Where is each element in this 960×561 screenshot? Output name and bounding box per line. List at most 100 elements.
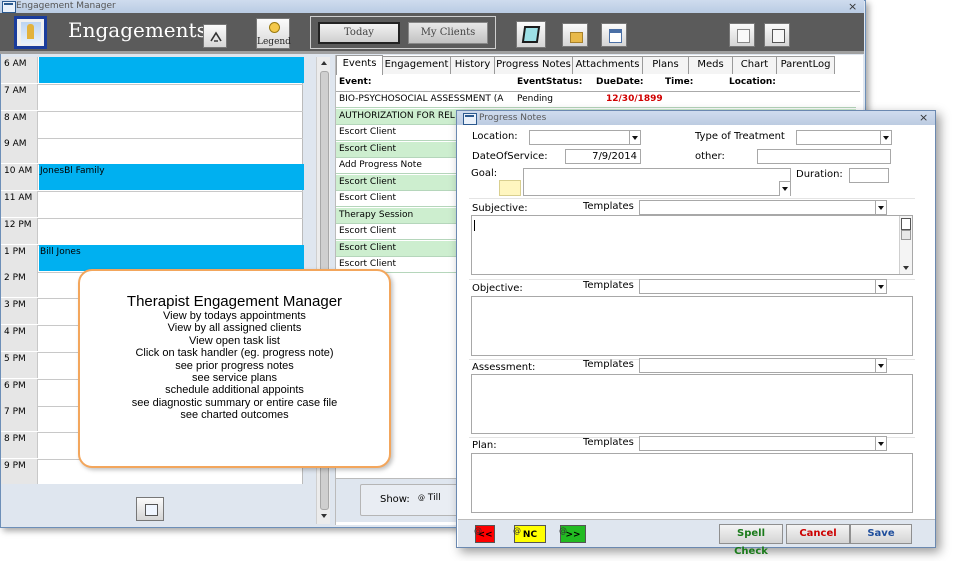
nc-button[interactable]: @ NC	[513, 525, 546, 543]
spell-check-button[interactable]: Spell Check	[719, 524, 783, 557]
show-till-radio[interactable]: @ Till	[418, 493, 441, 503]
tab-plans[interactable]: Plans	[642, 56, 689, 74]
tab-meds[interactable]: Meds	[688, 56, 733, 74]
type-of-treatment-dropdown[interactable]	[796, 130, 892, 145]
goal-dropdown[interactable]	[523, 168, 791, 196]
schedule-row[interactable]: 10 AM JonesBl Family	[1, 164, 304, 193]
next-record-button[interactable]: @ >>	[559, 525, 586, 543]
assessment-textarea[interactable]	[471, 374, 913, 434]
today-button[interactable]: Today	[318, 22, 400, 44]
type-of-treatment-label: Type of Treatment	[695, 131, 785, 142]
schedule-slot[interactable]	[39, 137, 304, 163]
radio-mark: @	[418, 494, 425, 502]
show-till-label: Till	[427, 493, 441, 503]
schedule-slot[interactable]: JonesBl Family	[39, 164, 304, 191]
plan-templates-dropdown[interactable]	[639, 436, 887, 451]
plan-textarea[interactable]	[471, 453, 913, 513]
save-button[interactable]: Save	[850, 524, 912, 544]
schedule-row[interactable]: 7 AM	[1, 83, 304, 112]
chevron-down-icon[interactable]	[629, 131, 640, 144]
navigate-button[interactable]	[203, 24, 227, 48]
cancel-button[interactable]: Cancel	[786, 524, 850, 544]
tab-engagement[interactable]: Engagement	[382, 56, 451, 74]
schedule-slot[interactable]: Bill Jones	[39, 244, 304, 271]
print-button[interactable]	[136, 497, 164, 521]
subjective-templates-label: Templates	[583, 201, 634, 212]
schedule-row[interactable]: 9 AM	[1, 137, 304, 166]
previous-record-button[interactable]: @ <<	[474, 525, 495, 543]
tab-progress-notes[interactable]: Progress Notes	[494, 56, 573, 74]
scroll-down-icon[interactable]	[321, 514, 327, 518]
schedule-slot[interactable]	[39, 218, 304, 244]
keys-button[interactable]	[729, 23, 755, 47]
schedule-row[interactable]: 11 AM	[1, 191, 303, 219]
my-clients-button[interactable]: My Clients	[408, 22, 488, 44]
chevron-down-icon[interactable]	[875, 280, 886, 293]
radio-mark: @	[513, 526, 521, 535]
subjective-templates-dropdown[interactable]	[639, 200, 887, 215]
radio-mark: @	[559, 526, 567, 535]
schedule-time-label: 11 AM	[1, 191, 38, 217]
event-name: BIO-PSYCHOSOCIAL ASSESSMENT (A	[339, 94, 504, 104]
notepad-button[interactable]	[516, 21, 546, 48]
progress-notes-footer: @ << @ NC @ >> Spell Check Cancel Save	[458, 519, 935, 557]
progress-notes-title: Progress Notes	[479, 113, 547, 123]
chevron-down-icon[interactable]	[875, 201, 886, 214]
scroll-thumb[interactable]	[901, 230, 911, 240]
date-of-service-field[interactable]: 7/9/2014	[565, 149, 641, 164]
schedule-slot[interactable]	[39, 111, 304, 137]
assessment-templates-dropdown[interactable]	[639, 358, 887, 373]
progress-notes-window-icon	[463, 113, 477, 125]
subjective-textarea[interactable]	[471, 215, 913, 275]
schedule-slot[interactable]	[39, 84, 304, 110]
other-field[interactable]	[757, 149, 891, 164]
callout-line: see prior progress notes	[175, 359, 294, 372]
event-row[interactable]: BIO-PSYCHOSOCIAL ASSESSMENT (A Pending 12/…	[336, 92, 856, 108]
progress-notes-titlebar[interactable]: Progress Notes ×	[457, 111, 935, 125]
col-event: Event:	[339, 77, 372, 87]
legend-button[interactable]: Legend	[256, 18, 291, 49]
chevron-down-icon[interactable]	[779, 181, 790, 196]
tab-history[interactable]: History	[450, 56, 495, 74]
chevron-down-icon[interactable]	[875, 359, 886, 372]
tab-events[interactable]: Events	[336, 55, 383, 75]
schedule-time-label: 6 AM	[1, 57, 38, 83]
scroll-down-icon[interactable]	[903, 266, 909, 270]
calendar-button[interactable]	[601, 23, 627, 47]
objective-templates-dropdown[interactable]	[639, 279, 887, 294]
print-icon	[145, 504, 158, 516]
location-label: Location:	[472, 131, 518, 142]
duration-field[interactable]	[849, 168, 889, 183]
subjective-scrollbar[interactable]	[899, 216, 912, 274]
open-folder-button[interactable]	[562, 23, 588, 47]
callout-title: Therapist Engagement Manager	[126, 293, 343, 310]
col-due: DueDate:	[596, 77, 644, 87]
objective-label: Objective:	[472, 283, 523, 294]
main-close-icon[interactable]: ×	[848, 0, 857, 13]
scroll-up-icon[interactable]	[901, 218, 911, 230]
progress-notes-close-icon[interactable]: ×	[919, 111, 928, 124]
schedule-time-label: 8 AM	[1, 110, 38, 137]
schedule-row[interactable]: 12 PM	[1, 217, 304, 246]
chevron-down-icon[interactable]	[880, 131, 891, 144]
event-name: Escort Client	[339, 259, 396, 269]
chevron-down-icon[interactable]	[875, 437, 886, 450]
event-due-date: 12/30/1899	[606, 94, 663, 104]
schedule-time-label: 12 PM	[1, 217, 38, 244]
info-callout: Therapist Engagement Manager View by tod…	[78, 269, 391, 468]
tab-attachments[interactable]: Attachments	[572, 56, 643, 74]
plan-label: Plan:	[472, 440, 497, 451]
tab-chart[interactable]: Chart	[732, 56, 777, 74]
schedule-row[interactable]: 6 AM	[1, 57, 304, 85]
exit-button[interactable]	[764, 23, 790, 47]
col-status: EventStatus:	[517, 77, 583, 87]
schedule-slot[interactable]	[39, 191, 304, 217]
scroll-up-icon[interactable]	[321, 61, 327, 65]
schedule-slot[interactable]	[39, 57, 304, 83]
schedule-row[interactable]: 8 AM	[1, 110, 304, 139]
tab-parentlog[interactable]: ParentLog	[776, 56, 835, 74]
schedule-time-label: 5 PM	[1, 351, 38, 378]
objective-textarea[interactable]	[471, 296, 913, 356]
location-dropdown[interactable]	[529, 130, 641, 145]
main-titlebar[interactable]: Engagement Manager ×	[0, 0, 864, 13]
